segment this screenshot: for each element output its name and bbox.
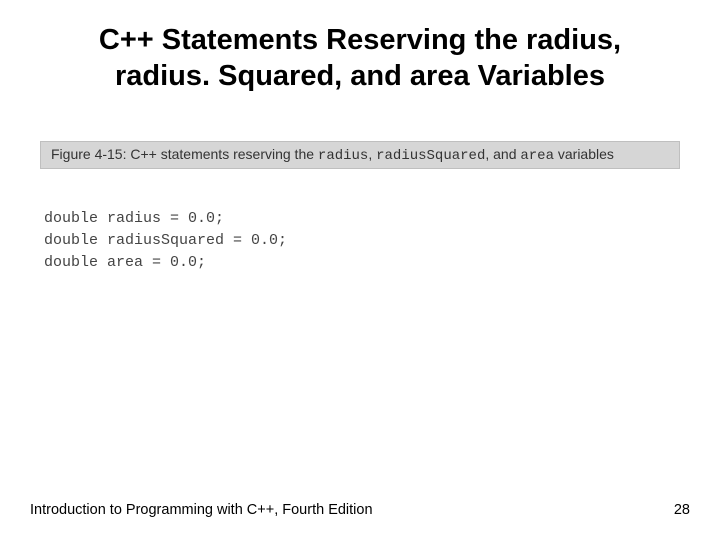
figure-var-radiussquared: radiusSquared [376,148,485,164]
figure-var-area: area [520,148,554,164]
figure-caption: Figure 4-15: C++ statements reserving th… [40,141,680,169]
code-line-3: double area = 0.0; [44,254,206,271]
figure-sep1: , [368,146,376,162]
slide-title: C++ Statements Reserving the radius, rad… [0,0,720,95]
footer-left: Introduction to Programming with C++, Fo… [30,502,373,518]
footer: Introduction to Programming with C++, Fo… [30,502,690,518]
code-block: double radius = 0.0; double radiusSquare… [44,187,676,274]
figure-sep2: , and [485,146,520,162]
code-line-1: double radius = 0.0; [44,210,224,227]
figure-var-radius: radius [318,148,368,164]
figure-caption-suffix: variables [554,146,614,162]
page-number: 28 [674,502,690,518]
code-line-2: double radiusSquared = 0.0; [44,232,287,249]
figure-caption-prefix: Figure 4-15: C++ statements reserving th… [51,146,318,162]
